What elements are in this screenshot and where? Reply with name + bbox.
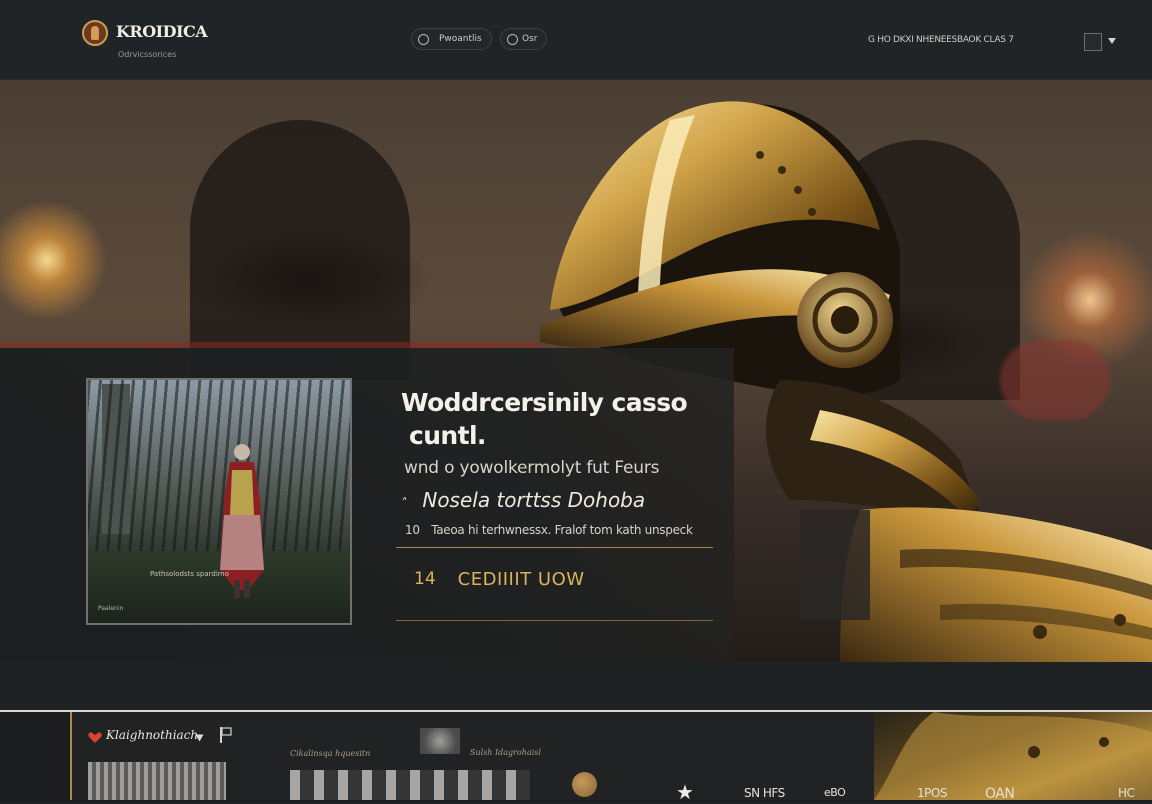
hero-note-number: 10 xyxy=(405,523,420,537)
circle-icon xyxy=(418,33,429,45)
hero-title: Woddrcersinily casso cuntl. xyxy=(401,386,701,452)
header-nav-links[interactable]: G HO DKXI NHENEESBAOK CLAS 7 xyxy=(868,35,1014,45)
nav-pill-secondary-label: Osr xyxy=(522,34,538,44)
caret-up-icon: ˄ xyxy=(400,496,406,510)
nav-pill-secondary[interactable]: Osr xyxy=(500,28,547,50)
heart-icon[interactable] xyxy=(88,732,102,744)
thumbnail-caption: Cikalinsqa hquesitn xyxy=(290,749,371,758)
hero-secondary-subtitle-text: Nosela torttss Dohoba xyxy=(422,488,646,512)
hero-secondary-subtitle: ˄ Nosela torttss Dohoba xyxy=(400,488,645,512)
hero-title-line-2: cuntl. xyxy=(409,421,486,450)
nav-pill-primary-label: Pwoantlis xyxy=(439,34,482,44)
thumbnail-strip[interactable] xyxy=(290,770,530,800)
bottom-stat: 1POS xyxy=(917,786,947,800)
caret-down-icon[interactable] xyxy=(1108,38,1116,44)
bottom-stat: eBO xyxy=(824,786,846,799)
top-navigation-bar: KROIDICA Odrvicssorices Pwoantlis Osr G … xyxy=(0,0,1152,80)
photo-watermark: Paalenin xyxy=(98,605,124,612)
cta-number: 14 xyxy=(414,569,436,589)
photo-caption: Pathsolodsts spardimo xyxy=(150,570,229,578)
flag-icon[interactable] xyxy=(219,727,233,743)
bottom-stat: HC xyxy=(1118,786,1135,800)
coin-icon[interactable] xyxy=(572,772,597,797)
hero-subtitle: wnd o yowolkermolyt fut Feurs xyxy=(404,458,660,478)
thumbnail-caption: Sulsh Idagrohaisl xyxy=(470,748,541,757)
thumbnail-image[interactable] xyxy=(420,728,460,754)
hero-note-text: Taeoa hi terhwnessx. Fralof tom kath uns… xyxy=(431,523,693,537)
background-arch xyxy=(190,120,410,380)
cta-label: CEDIIIIT UOW xyxy=(457,568,585,590)
hero-title-line-1: Woddrcersinily casso xyxy=(401,388,688,417)
knight-photo[interactable]: Pathsolodsts spardimo Paalenin xyxy=(86,378,352,625)
brand-tagline: Odrvicssorices xyxy=(118,50,177,59)
brand-name[interactable]: KROIDICA xyxy=(116,22,208,41)
circle-icon xyxy=(507,33,518,45)
bottom-stat: SN HFS xyxy=(744,786,785,800)
cta-button[interactable]: 14 CEDIIIIT UOW xyxy=(396,562,713,596)
hero-note: 10 Taeoa hi terhwnessx. Fralof tom kath … xyxy=(405,523,693,537)
thumbnail-image[interactable] xyxy=(88,762,226,800)
square-icon[interactable] xyxy=(1084,33,1102,51)
logo-badge-icon[interactable] xyxy=(82,20,108,46)
caret-down-icon[interactable] xyxy=(195,734,204,742)
nav-pill-primary[interactable]: Pwoantlis xyxy=(411,28,492,50)
divider xyxy=(396,620,713,621)
bottom-section-label[interactable]: Klaighnothiach xyxy=(106,728,198,742)
star-icon[interactable]: ★ xyxy=(676,780,694,804)
divider xyxy=(396,547,713,548)
